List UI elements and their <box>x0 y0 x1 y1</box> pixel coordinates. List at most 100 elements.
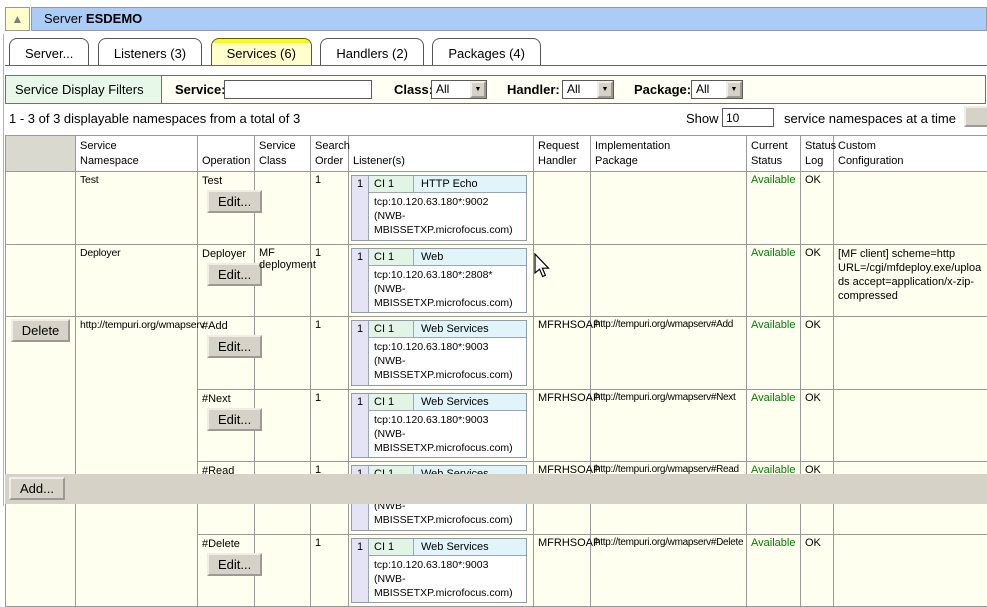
listener-number: 1 <box>352 394 369 458</box>
listener-conversation: CI 1 <box>369 321 414 338</box>
operation-cell: #Next Edit... <box>198 389 255 462</box>
implementation-package-cell <box>591 172 747 245</box>
current-status-cell: Available <box>747 534 801 607</box>
services-table: Service Namespace Operation Service Clas… <box>5 135 987 607</box>
listeners-cell: 1 CI 1 Web tcp:10.120.63.180*:2808* (NWB… <box>349 244 534 317</box>
status-log-cell: OK <box>801 172 834 245</box>
service-filter-input[interactable] <box>224 80 372 99</box>
operation-cell: #Delete Edit... <box>198 534 255 607</box>
header-service-class: Service Class <box>255 136 311 172</box>
table-row: Delete http://tempuri.org/wmapserv #Add … <box>6 317 987 390</box>
search-order-cell: 1 <box>311 172 349 245</box>
edit-button[interactable]: Edit... <box>207 335 262 358</box>
namespace-cell: Deployer <box>76 244 198 317</box>
custom-configuration-cell: [MF client] scheme=http URL=/cgi/mfdeplo… <box>834 244 987 317</box>
request-handler-cell: MFRHSOAP <box>534 389 591 462</box>
listener-endpoint: tcp:10.120.63.180*:9003 <box>374 340 524 354</box>
header-listeners: Listener(s) <box>349 136 534 172</box>
tab-server[interactable]: Server... <box>9 38 89 65</box>
header-actions <box>6 136 76 172</box>
namespace-cell: http://tempuri.org/wmapserv <box>76 317 198 607</box>
current-status-cell: Available <box>747 389 801 462</box>
service-class-cell: MF deployment <box>255 244 311 317</box>
handler-filter-value: All <box>567 82 580 96</box>
package-filter-value: All <box>696 82 709 96</box>
service-class-cell <box>255 534 311 607</box>
header-custom-configuration: Custom Configuration <box>834 136 987 172</box>
header-implementation-package: Implementation Package <box>591 136 747 172</box>
namespace-cell: Test <box>76 172 198 245</box>
search-order-cell: 1 <box>311 534 349 607</box>
custom-configuration-cell <box>834 389 987 462</box>
listener-host: (NWB-MBISSETXP.microfocus.com) <box>374 572 524 600</box>
listener-conversation: CI 1 <box>369 394 414 411</box>
tab-bar: Server... Listeners (3) Services (6) Han… <box>5 38 987 66</box>
page-nav-button[interactable] <box>964 106 987 127</box>
listener-box: 1 CI 1 HTTP Echo tcp:10.120.63.180*:9002… <box>351 175 527 241</box>
header-operation: Operation <box>198 136 255 172</box>
header-request-handler: Request Handler <box>534 136 591 172</box>
implementation-package-cell: http://tempuri.org/wmapserv#Add <box>591 317 747 390</box>
listener-endpoint: tcp:10.120.63.180*:9003 <box>374 558 524 572</box>
listener-host: (NWB-MBISSETXP.microfocus.com) <box>374 282 524 310</box>
tab-handlers[interactable]: Handlers (2) <box>320 38 424 65</box>
tab-listeners[interactable]: Listeners (3) <box>98 38 202 65</box>
chevron-down-icon[interactable]: ▼ <box>470 81 486 98</box>
service-filter-label: Service: <box>175 76 226 103</box>
listener-conversation: CI 1 <box>369 176 414 193</box>
server-title-prefix: Server <box>44 11 82 26</box>
listener-endpoint: tcp:10.120.63.180*:2808* <box>374 268 524 282</box>
listeners-cell: 1 CI 1 Web Services tcp:10.120.63.180*:9… <box>349 389 534 462</box>
chevron-down-icon[interactable]: ▼ <box>597 81 613 98</box>
edit-button[interactable]: Edit... <box>207 263 262 286</box>
operation-name: #Next <box>202 393 250 405</box>
header-status-log: Status Log <box>801 136 834 172</box>
tab-services[interactable]: Services (6) <box>211 38 312 65</box>
listener-number: 1 <box>352 249 369 313</box>
package-filter-label: Package: <box>634 76 691 103</box>
status-log-cell: OK <box>801 244 834 317</box>
action-cell <box>6 244 76 317</box>
listener-address: tcp:10.120.63.180*:9002 (NWB-MBISSETXP.m… <box>369 193 526 240</box>
show-label: Show <box>686 111 719 126</box>
listener-conversation: CI 1 <box>369 539 414 556</box>
server-title-bar: ▲ Server ESDEMO <box>5 7 987 31</box>
chevron-down-icon[interactable]: ▼ <box>726 81 742 98</box>
listener-box: 1 CI 1 Web tcp:10.120.63.180*:2808* (NWB… <box>351 248 527 314</box>
listener-name: Web <box>414 249 526 266</box>
listener-conversation: CI 1 <box>369 249 414 266</box>
operation-name: Test <box>202 175 250 187</box>
request-handler-cell: MFRHSOAP <box>534 317 591 390</box>
custom-configuration-cell <box>834 317 987 390</box>
operation-name: #Add <box>202 320 250 332</box>
service-display-filters-bar: Service Display Filters Service: Class: … <box>5 75 986 104</box>
operation-cell: #Add Edit... <box>198 317 255 390</box>
listeners-cell: 1 CI 1 Web Services tcp:10.120.63.180*:9… <box>349 534 534 607</box>
table-row: Test Test Edit... 1 1 CI 1 HTTP Echo tcp… <box>6 172 987 245</box>
server-name: ESDEMO <box>86 11 142 26</box>
package-filter-dropdown[interactable]: All ▼ <box>691 80 743 99</box>
status-log-cell: OK <box>801 317 834 390</box>
request-handler-cell <box>534 244 591 317</box>
custom-configuration-cell <box>834 172 987 245</box>
table-header-row: Service Namespace Operation Service Clas… <box>6 136 987 172</box>
filter-bar-title: Service Display Filters <box>6 76 162 103</box>
listener-box: 1 CI 1 Web Services tcp:10.120.63.180*:9… <box>351 393 527 459</box>
listener-name: Web Services <box>414 539 526 556</box>
listener-box: 1 CI 1 Web Services tcp:10.120.63.180*:9… <box>351 320 527 386</box>
add-button[interactable]: Add... <box>9 477 65 500</box>
search-order-cell: 1 <box>311 389 349 462</box>
collapse-triangle-icon[interactable]: ▲ <box>5 7 30 31</box>
namespace-count-summary: 1 - 3 of 3 displayable namespaces from a… <box>9 111 300 126</box>
handler-filter-dropdown[interactable]: All ▼ <box>562 80 614 99</box>
show-count-input[interactable] <box>722 108 774 127</box>
edit-button[interactable]: Edit... <box>207 190 262 213</box>
edit-button[interactable]: Edit... <box>207 553 262 576</box>
class-filter-dropdown[interactable]: All ▼ <box>431 80 487 99</box>
service-class-cell <box>255 317 311 390</box>
header-current-status: Current Status <box>747 136 801 172</box>
current-status-cell: Available <box>747 244 801 317</box>
edit-button[interactable]: Edit... <box>207 408 262 431</box>
tab-packages[interactable]: Packages (4) <box>432 38 541 65</box>
delete-button[interactable]: Delete <box>11 319 71 342</box>
